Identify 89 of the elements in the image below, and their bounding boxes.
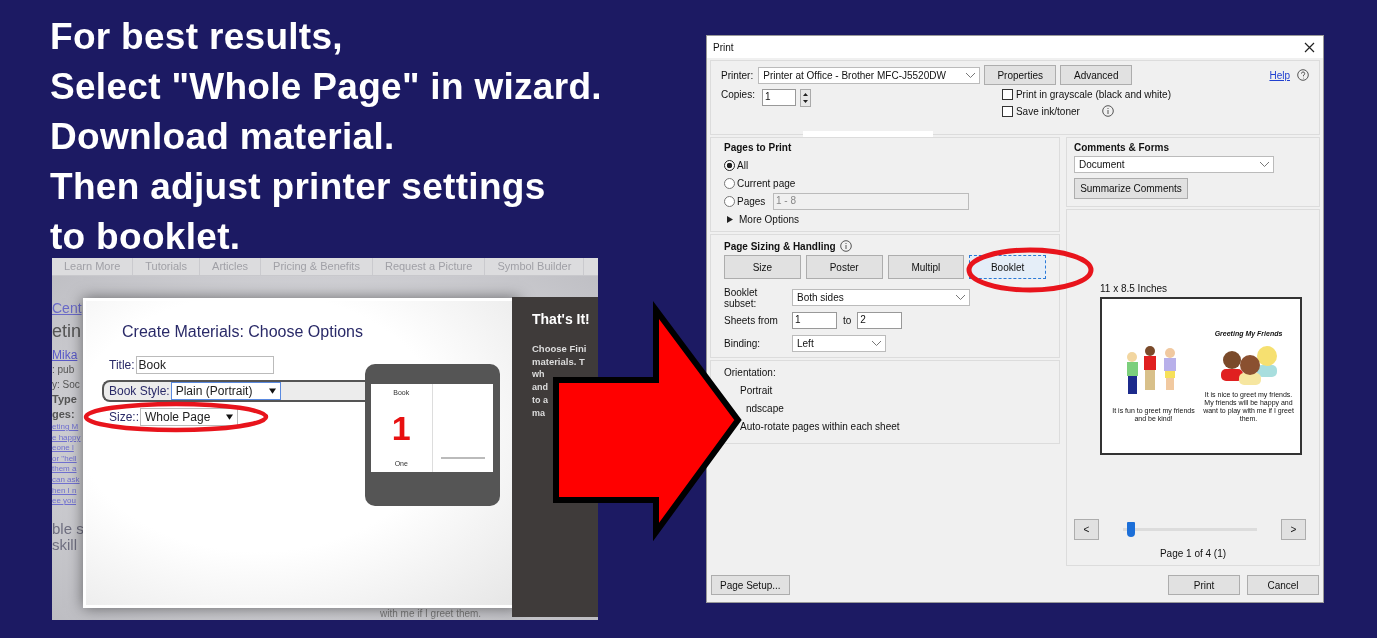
previous-page-button[interactable]: < [1074,519,1099,540]
print-button[interactable]: Print [1168,575,1240,595]
dialog-button[interactable]: Properties [984,65,1057,85]
panel-text: to a [532,394,549,407]
spinner-icon[interactable] [799,89,811,107]
headline-line: For best results, [50,15,344,59]
page-text: skill [52,536,78,553]
chevron-icon [1260,162,1269,167]
field-label: to [843,315,852,326]
headline-line: Download material. [50,115,396,159]
mode-button[interactable]: Poster [805,255,883,279]
chevron-icon [956,295,965,300]
page-text: ble s [52,520,84,537]
printer-dropdown[interactable]: Printer at Office - Brother MFC-J5520DW [758,66,981,84]
section-heading: Orientation: [724,367,777,378]
field-label: Sheets from [724,315,779,326]
page-number: 1 [391,411,411,445]
checkbox[interactable] [1001,89,1013,100]
cancel-button[interactable]: Cancel [1247,575,1319,595]
page-counter: Page 1 of 4 (1) [1158,548,1228,559]
expand-icon[interactable] [727,215,733,223]
radio-button[interactable] [724,195,735,207]
radio-label: Current page [737,177,796,189]
mode-button[interactable]: Multipl [887,255,965,279]
copies-label: Copies: [721,89,755,100]
printer-label: Printer: [721,69,754,81]
field-label: Size:: [109,410,139,424]
subset-dropdown[interactable]: Both sides [792,289,970,306]
caret-icon [226,414,234,420]
panel-title: That's It! [532,311,591,327]
panel-text: wh [532,368,546,381]
section-heading: Page Sizing & Handling [724,240,836,252]
page-text: : pub [52,363,76,377]
checkbox[interactable] [1001,105,1013,117]
radio-label: Auto-rotate pages within each sheet [740,420,901,434]
dropdown[interactable]: Plain (Portrait) [170,382,281,400]
copies-field[interactable]: 1 [761,89,796,106]
next-page-button[interactable]: > [1281,519,1306,540]
page-text[interactable]: Mika [52,348,84,362]
summarize-button[interactable]: Summarize Comments [1074,178,1188,199]
page-text: etin [52,320,83,343]
mode-button[interactable]: Size [724,255,801,279]
field-label: Binding: [724,338,762,349]
field-label: Title: [109,358,135,372]
page-text: y: Soc [52,378,81,392]
close-icon[interactable] [1304,41,1315,53]
sheets-from-field[interactable]: 1 [792,312,837,329]
binding-dropdown[interactable]: Left [792,335,886,352]
panel-text: Choose Fini [532,342,588,355]
comments-dropdown[interactable]: Document [1074,156,1274,173]
chevron-icon [872,341,881,346]
headline-line: Select "Whole Page" in wizard. [50,65,602,109]
mode-button[interactable]: Booklet [969,255,1046,279]
help-icon[interactable] [1297,69,1309,81]
title-field[interactable]: Book [135,356,274,374]
section-heading: Comments & Forms [1074,142,1170,153]
paper-size-label: 11 x 8.5 Inches [1100,283,1169,294]
checkbox-label: Print in grayscale (black and white) [1015,89,1171,100]
window-title: Print [713,41,734,53]
dialog-button[interactable]: Advanced [1060,65,1133,85]
page-text: ges: [52,407,76,422]
radio-button[interactable] [724,159,735,171]
checkbox-label: Save ink/toner [1015,105,1080,117]
page-text: with me if I greet them. [380,608,482,619]
radio-button[interactable] [724,177,735,189]
dropdown[interactable]: Whole Page [140,408,239,426]
field-label: Book Style: [109,384,170,398]
headline-line: Then adjust printer settings [50,165,547,209]
sheets-to-field[interactable]: 2 [857,312,903,329]
field-label: Booklet subset: [724,286,759,309]
page-setup-button[interactable]: Page Setup... [711,575,790,595]
panel-text: materials. T [532,355,586,368]
more-options-link[interactable]: More Options [739,213,800,225]
dialog-title: Create Materials: Choose Options [122,323,363,341]
slider-thumb[interactable] [1127,522,1135,537]
info-icon[interactable] [1101,105,1114,117]
caret-icon [268,388,276,394]
page-text: Type [52,392,78,407]
radio-label: ndscape [745,402,785,416]
headline-line: to booklet. [50,215,242,259]
radio-label: Portrait [740,384,774,398]
panel-text: ma [532,407,546,420]
chevron-icon [966,72,976,78]
radio-label: Pages [737,195,767,207]
section-heading: Pages to Print [724,142,793,153]
help-link[interactable]: Help [1269,69,1290,81]
panel-text: and [532,381,549,394]
radio-label: All [737,159,750,171]
info-icon[interactable] [839,240,852,252]
